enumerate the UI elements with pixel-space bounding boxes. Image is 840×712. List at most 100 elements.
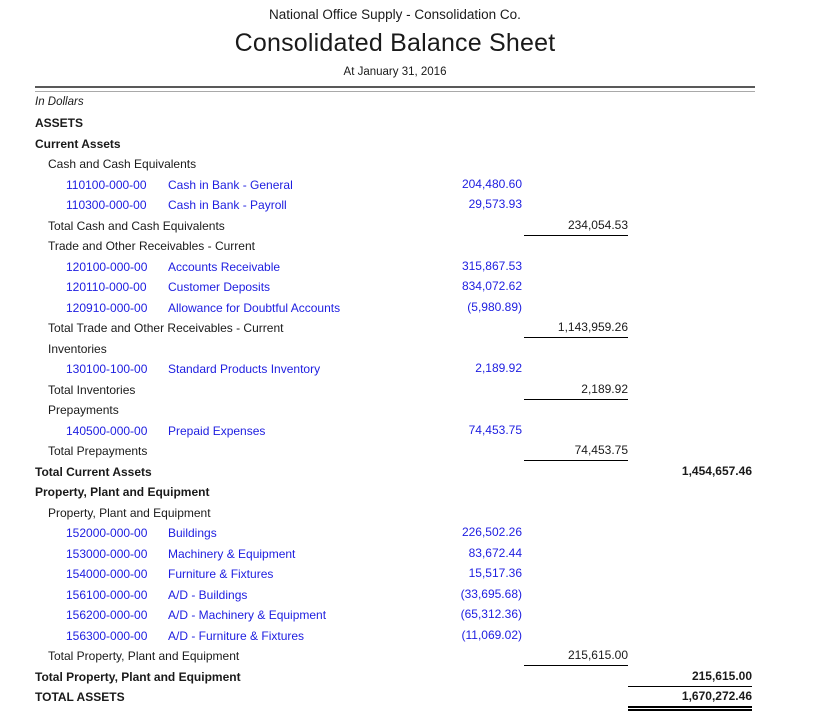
- account-amount: 15,517.36: [400, 565, 522, 583]
- account-id-link[interactable]: 120910-000-00: [66, 298, 147, 319]
- report-row-group: Inventories: [0, 339, 840, 360]
- subtotal-label: Total Inventories: [48, 380, 135, 401]
- report-row-account: 156300-000-00 A/D - Furniture & Fixtures (…: [0, 626, 840, 647]
- account-name-link[interactable]: Buildings: [168, 523, 217, 544]
- account-name-link[interactable]: A/D - Machinery & Equipment: [168, 605, 326, 626]
- company-name: National Office Supply - Consolidation C…: [0, 7, 790, 22]
- report-row-account: 120100-000-00 Accounts Receivable 315,867.…: [0, 257, 840, 278]
- account-name-link[interactable]: Accounts Receivable: [168, 257, 280, 278]
- report-row-group: Property, Plant and Equipment: [0, 503, 840, 524]
- report-row-total1: Total Trade and Other Receivables - Curr…: [0, 318, 840, 339]
- account-id-link[interactable]: 120110-000-00: [66, 277, 147, 298]
- group-heading: Cash and Cash Equivalents: [48, 154, 196, 175]
- account-amount: (33,695.68): [400, 586, 522, 604]
- report-row-section_total: Total Property, Plant and Equipment 215,6…: [0, 667, 840, 688]
- account-id-link[interactable]: 153000-000-00: [66, 544, 147, 565]
- subtotal-amount: 1,143,959.26: [524, 319, 628, 338]
- section-total-amount: 215,615.00: [628, 668, 752, 687]
- report-rows: ASSETSCurrent AssetsCash and Cash Equiva…: [0, 113, 840, 708]
- section-total-amount: 1,454,657.46: [628, 463, 752, 481]
- report-row-account: 110100-000-00 Cash in Bank - General 204,4…: [0, 175, 840, 196]
- account-amount: 226,502.26: [400, 524, 522, 542]
- report-row-account: 156100-000-00 A/D - Buildings (33,695.68): [0, 585, 840, 606]
- account-amount: 204,480.60: [400, 176, 522, 194]
- account-amount: 83,672.44: [400, 545, 522, 563]
- header-divider: [35, 86, 755, 92]
- account-amount: 74,453.75: [400, 422, 522, 440]
- report-row-section_total: TOTAL ASSETS 1,670,272.46: [0, 687, 840, 708]
- balance-sheet-report: National Office Supply - Consolidation C…: [0, 0, 840, 712]
- report-header: National Office Supply - Consolidation C…: [0, 0, 790, 78]
- report-row-account: 152000-000-00 Buildings 226,502.26: [0, 523, 840, 544]
- report-row-account: 110300-000-00 Cash in Bank - Payroll 29,57…: [0, 195, 840, 216]
- account-id-link[interactable]: 140500-000-00: [66, 421, 147, 442]
- group-heading: Property, Plant and Equipment: [48, 503, 211, 524]
- section-heading: ASSETS: [35, 113, 83, 134]
- account-name-link[interactable]: Prepaid Expenses: [168, 421, 265, 442]
- account-id-link[interactable]: 156100-000-00: [66, 585, 147, 606]
- account-amount: 315,867.53: [400, 258, 522, 276]
- account-name-link[interactable]: Allowance for Doubtful Accounts: [168, 298, 340, 319]
- account-amount: (65,312.36): [400, 606, 522, 624]
- group-heading: Inventories: [48, 339, 107, 360]
- account-amount: 29,573.93: [400, 196, 522, 214]
- report-row-account: 156200-000-00 A/D - Machinery & Equipment…: [0, 605, 840, 626]
- account-id-link[interactable]: 152000-000-00: [66, 523, 147, 544]
- group-heading: Trade and Other Receivables - Current: [48, 236, 255, 257]
- account-name-link[interactable]: Customer Deposits: [168, 277, 270, 298]
- report-row-account: 120110-000-00 Customer Deposits 834,072.62: [0, 277, 840, 298]
- section-total-label: Total Property, Plant and Equipment: [35, 667, 241, 688]
- report-title: Consolidated Balance Sheet: [0, 29, 790, 58]
- report-row-section: ASSETS: [0, 113, 840, 134]
- subtotal-label: Total Property, Plant and Equipment: [48, 646, 239, 667]
- section-total-label: TOTAL ASSETS: [35, 687, 125, 708]
- currency-note: In Dollars: [35, 96, 84, 108]
- report-row-group: Prepayments: [0, 400, 840, 421]
- account-amount: (11,069.02): [400, 627, 522, 645]
- subtotal-label: Total Cash and Cash Equivalents: [48, 216, 225, 237]
- report-row-account: 140500-000-00 Prepaid Expenses 74,453.75: [0, 421, 840, 442]
- subtotal-amount: 74,453.75: [524, 442, 628, 461]
- subtotal-label: Total Prepayments: [48, 441, 147, 462]
- report-row-section_total: Total Current Assets 1,454,657.46: [0, 462, 840, 483]
- report-row-section: Property, Plant and Equipment: [0, 482, 840, 503]
- report-row-group: Trade and Other Receivables - Current: [0, 236, 840, 257]
- account-name-link[interactable]: Machinery & Equipment: [168, 544, 295, 565]
- account-id-link[interactable]: 156200-000-00: [66, 605, 147, 626]
- account-id-link[interactable]: 130100-100-00: [66, 359, 147, 380]
- account-amount: (5,980.89): [400, 299, 522, 317]
- section-total-amount: 1,670,272.46: [628, 688, 752, 711]
- account-id-link[interactable]: 110300-000-00: [66, 195, 147, 216]
- group-heading: Prepayments: [48, 400, 119, 421]
- subtotal-label: Total Trade and Other Receivables - Curr…: [48, 318, 283, 339]
- report-row-account: 154000-000-00 Furniture & Fixtures 15,517.…: [0, 564, 840, 585]
- report-row-total1: Total Property, Plant and Equipment 215,6…: [0, 646, 840, 667]
- section-heading: Current Assets: [35, 134, 121, 155]
- account-id-link[interactable]: 120100-000-00: [66, 257, 147, 278]
- account-name-link[interactable]: Standard Products Inventory: [168, 359, 320, 380]
- account-amount: 834,072.62: [400, 278, 522, 296]
- account-name-link[interactable]: A/D - Buildings: [168, 585, 247, 606]
- subtotal-amount: 2,189.92: [524, 381, 628, 400]
- report-row-account: 153000-000-00 Machinery & Equipment 83,672…: [0, 544, 840, 565]
- report-row-account: 120910-000-00 Allowance for Doubtful Acco…: [0, 298, 840, 319]
- report-row-total1: Total Inventories 2,189.92: [0, 380, 840, 401]
- section-heading: Property, Plant and Equipment: [35, 482, 209, 503]
- account-name-link[interactable]: Cash in Bank - General: [168, 175, 293, 196]
- subtotal-amount: 215,615.00: [524, 647, 628, 666]
- report-row-total1: Total Cash and Cash Equivalents 234,054.5…: [0, 216, 840, 237]
- account-id-link[interactable]: 110100-000-00: [66, 175, 147, 196]
- account-name-link[interactable]: Furniture & Fixtures: [168, 564, 273, 585]
- account-name-link[interactable]: A/D - Furniture & Fixtures: [168, 626, 304, 647]
- account-name-link[interactable]: Cash in Bank - Payroll: [168, 195, 287, 216]
- report-row-account: 130100-100-00 Standard Products Inventory…: [0, 359, 840, 380]
- section-total-label: Total Current Assets: [35, 462, 152, 483]
- account-amount: 2,189.92: [400, 360, 522, 378]
- subtotal-amount: 234,054.53: [524, 217, 628, 236]
- account-id-link[interactable]: 156300-000-00: [66, 626, 147, 647]
- report-row-total1: Total Prepayments 74,453.75: [0, 441, 840, 462]
- report-row-group: Cash and Cash Equivalents: [0, 154, 840, 175]
- report-date: At January 31, 2016: [0, 66, 790, 78]
- report-row-section: Current Assets: [0, 134, 840, 155]
- account-id-link[interactable]: 154000-000-00: [66, 564, 147, 585]
